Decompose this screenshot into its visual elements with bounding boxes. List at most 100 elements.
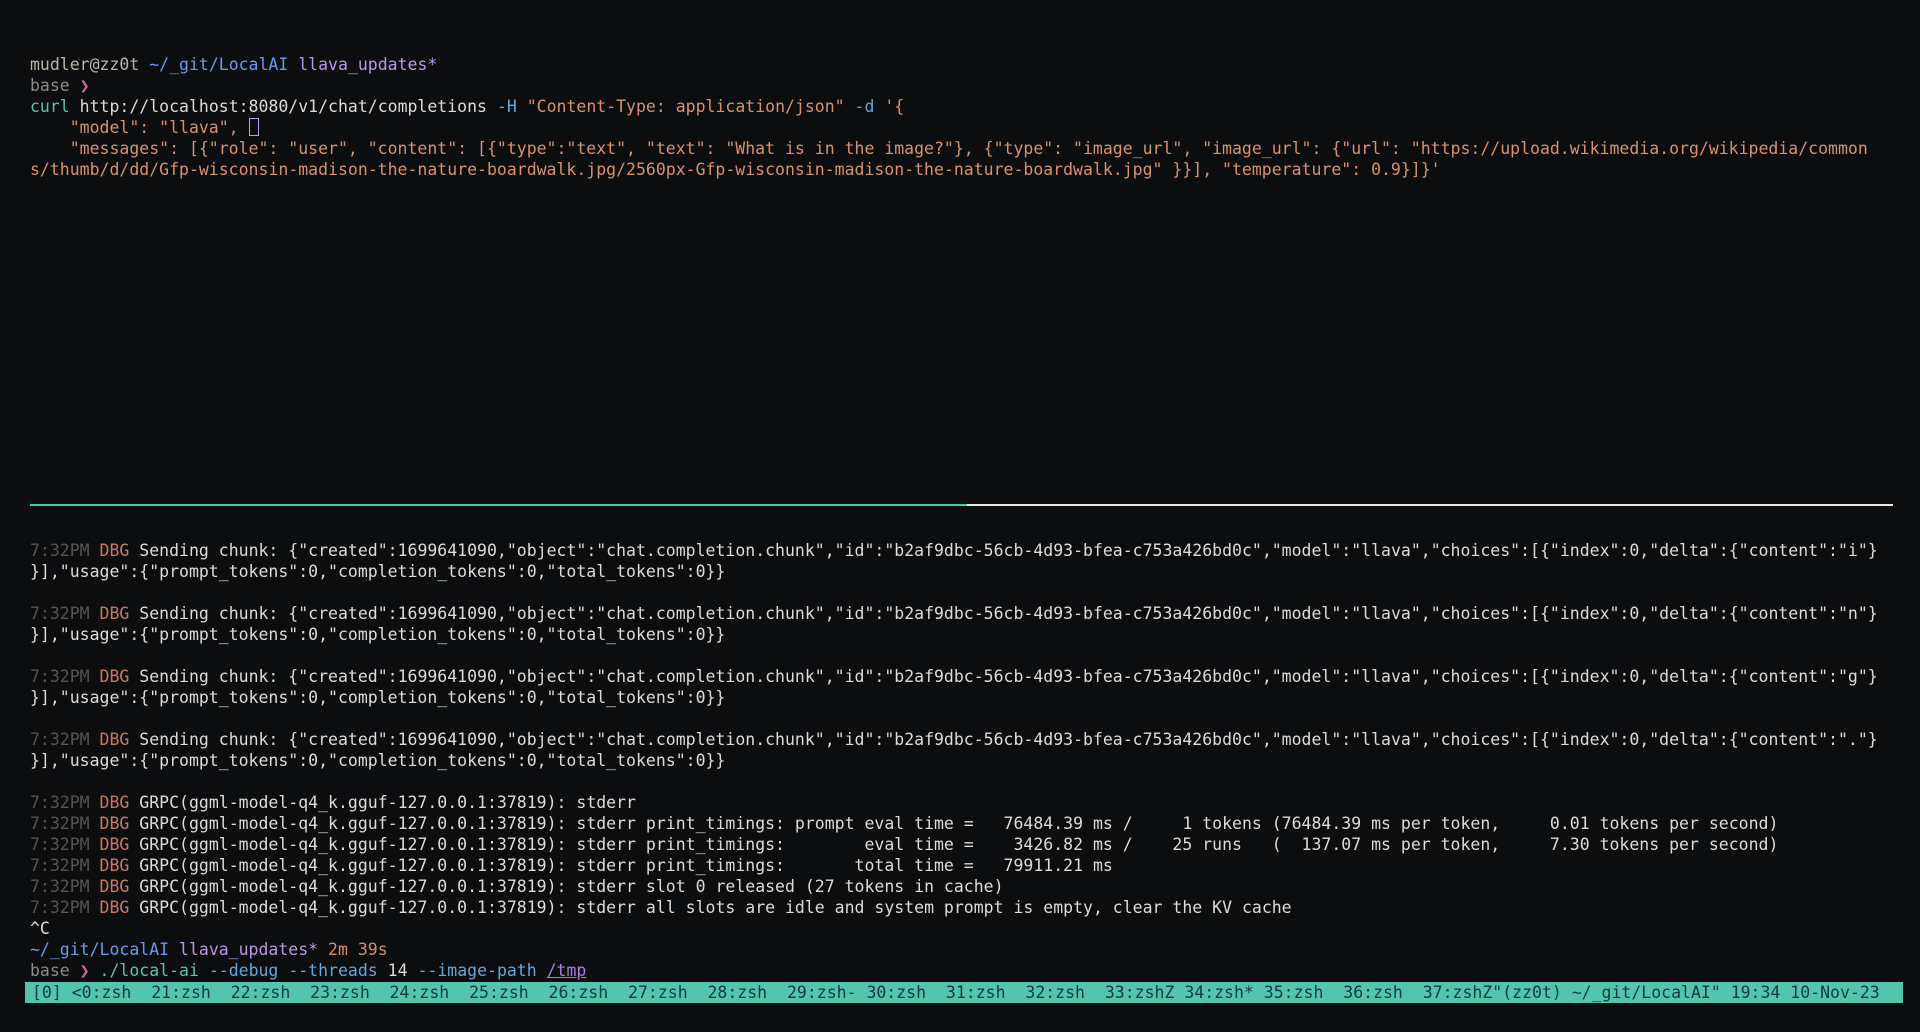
terminal-text-segment <box>90 898 100 917</box>
terminal-line: "model": "llava", <box>30 117 1868 138</box>
terminal-text-segment: DBG <box>100 793 130 812</box>
terminal-text-segment: '{ <box>884 97 904 116</box>
terminal-text-segment <box>517 97 527 116</box>
terminal-text-segment: DBG <box>100 730 130 749</box>
terminal-text-segment: ❯ <box>80 76 90 95</box>
terminal-text-segment: -d <box>855 97 875 116</box>
terminal-text-segment: DBG <box>100 898 130 917</box>
terminal-text-segment: 7:32PM <box>30 667 90 686</box>
terminal-text-segment: Sending chunk: {"created":1699641090,"ob… <box>129 730 1877 749</box>
terminal-text-segment: --image-path <box>417 961 536 980</box>
terminal-line: curl http://localhost:8080/v1/chat/compl… <box>30 96 1868 117</box>
terminal-line: 7:32PM DBG GRPC(ggml-model-q4_k.gguf-127… <box>30 813 1878 834</box>
terminal-text-segment: ~/_git/LocalAI <box>30 940 169 959</box>
terminal-screen[interactable]: mudler@zz0t ~/_git/LocalAI llava_updates… <box>0 0 1920 1032</box>
terminal-text-segment: llava_updates* <box>298 55 437 74</box>
terminal-text-segment <box>318 940 328 959</box>
shell-pane-top[interactable]: mudler@zz0t ~/_git/LocalAI llava_updates… <box>30 54 1868 180</box>
terminal-text-segment <box>288 55 298 74</box>
terminal-text-segment: Sending chunk: {"created":1699641090,"ob… <box>129 604 1877 623</box>
tmux-pane-divider[interactable] <box>30 504 1893 506</box>
terminal-text-segment: mudler@zz0t <box>30 55 149 74</box>
terminal-line: 7:32PM DBG Sending chunk: {"created":169… <box>30 540 1878 561</box>
terminal-text-segment <box>90 877 100 896</box>
terminal-line: ~/_git/LocalAI llava_updates* 2m 39s <box>30 939 1878 960</box>
terminal-line: }],"usage":{"prompt_tokens":0,"completio… <box>30 750 1878 771</box>
terminal-line <box>30 645 1878 666</box>
terminal-line: mudler@zz0t ~/_git/LocalAI llava_updates… <box>30 54 1868 75</box>
terminal-text-segment: base <box>30 76 80 95</box>
terminal-text-segment <box>90 667 100 686</box>
terminal-text-segment: GRPC(ggml-model-q4_k.gguf-127.0.0.1:3781… <box>129 835 1778 854</box>
terminal-text-segment: http://localhost:8080/v1/chat/completion… <box>70 97 497 116</box>
terminal-text-segment: GRPC(ggml-model-q4_k.gguf-127.0.0.1:3781… <box>129 814 1778 833</box>
terminal-text-segment: 7:32PM <box>30 814 90 833</box>
terminal-text-segment <box>90 814 100 833</box>
terminal-text-segment: 7:32PM <box>30 898 90 917</box>
terminal-text-segment: GRPC(ggml-model-q4_k.gguf-127.0.0.1:3781… <box>129 793 636 812</box>
terminal-text-segment: Sending chunk: {"created":1699641090,"ob… <box>129 667 1877 686</box>
terminal-line: "messages": [{"role": "user", "content":… <box>30 138 1868 159</box>
terminal-text-segment <box>874 97 884 116</box>
terminal-text-segment <box>90 856 100 875</box>
terminal-line: 7:32PM DBG GRPC(ggml-model-q4_k.gguf-127… <box>30 897 1878 918</box>
terminal-text-segment <box>278 961 288 980</box>
terminal-text-segment: }],"usage":{"prompt_tokens":0,"completio… <box>30 688 725 707</box>
terminal-text-segment: s/thumb/d/dd/Gfp-wisconsin-madison-the-n… <box>30 160 1441 179</box>
terminal-text-segment: ./local-ai <box>100 961 199 980</box>
terminal-text-segment: GRPC(ggml-model-q4_k.gguf-127.0.0.1:3781… <box>129 877 1003 896</box>
text-cursor <box>249 118 259 136</box>
terminal-text-segment: 14 <box>378 961 418 980</box>
terminal-text-segment: 7:32PM <box>30 730 90 749</box>
terminal-line: 7:32PM DBG GRPC(ggml-model-q4_k.gguf-127… <box>30 792 1878 813</box>
terminal-line: ^C <box>30 918 1878 939</box>
terminal-text-segment: --threads <box>288 961 377 980</box>
terminal-text-segment <box>845 97 855 116</box>
terminal-line: 7:32PM DBG Sending chunk: {"created":169… <box>30 666 1878 687</box>
terminal-text-segment <box>90 604 100 623</box>
terminal-text-segment: GRPC(ggml-model-q4_k.gguf-127.0.0.1:3781… <box>129 856 1112 875</box>
terminal-text-segment: DBG <box>100 541 130 560</box>
tmux-status-bar[interactable]: [0] <0:zsh 21:zsh 22:zsh 23:zsh 24:zsh 2… <box>25 982 1903 1003</box>
tmux-status-right: "(zz0t) ~/_git/LocalAI" 19:34 10-Nov-23 <box>1492 982 1879 1003</box>
terminal-text-segment: DBG <box>100 856 130 875</box>
terminal-line: 7:32PM DBG Sending chunk: {"created":169… <box>30 729 1878 750</box>
terminal-text-segment: curl <box>30 97 70 116</box>
terminal-text-segment <box>90 541 100 560</box>
terminal-line: 7:32PM DBG Sending chunk: {"created":169… <box>30 603 1878 624</box>
pane-divider-inactive-segment <box>967 504 1893 506</box>
terminal-text-segment <box>90 730 100 749</box>
terminal-line <box>30 771 1878 792</box>
terminal-text-segment: "messages": [{"role": "user", "content":… <box>30 139 1868 158</box>
terminal-text-segment: 2m 39s <box>328 940 388 959</box>
tmux-window-list[interactable]: [0] <0:zsh 21:zsh 22:zsh 23:zsh 24:zsh 2… <box>32 982 1492 1003</box>
terminal-text-segment: DBG <box>100 814 130 833</box>
terminal-text-segment: -H <box>497 97 517 116</box>
terminal-line: 7:32PM DBG GRPC(ggml-model-q4_k.gguf-127… <box>30 876 1878 897</box>
terminal-text-segment: /tmp <box>547 961 587 980</box>
terminal-text-segment <box>169 940 179 959</box>
terminal-line: s/thumb/d/dd/Gfp-wisconsin-madison-the-n… <box>30 159 1868 180</box>
pane-divider-active-segment <box>30 504 967 506</box>
terminal-text-segment: DBG <box>100 835 130 854</box>
terminal-text-segment: Sending chunk: {"created":1699641090,"ob… <box>129 541 1877 560</box>
terminal-text-segment: }],"usage":{"prompt_tokens":0,"completio… <box>30 562 725 581</box>
terminal-text-segment: "model": "llava", <box>30 118 249 137</box>
terminal-line: 7:32PM DBG GRPC(ggml-model-q4_k.gguf-127… <box>30 855 1878 876</box>
terminal-text-segment <box>90 961 100 980</box>
terminal-text-segment: "Content-Type: application/json" <box>527 97 845 116</box>
terminal-text-segment <box>90 835 100 854</box>
terminal-text-segment: 7:32PM <box>30 604 90 623</box>
log-pane-bottom[interactable]: 7:32PM DBG Sending chunk: {"created":169… <box>30 540 1878 981</box>
terminal-text-segment <box>90 793 100 812</box>
terminal-line: 7:32PM DBG GRPC(ggml-model-q4_k.gguf-127… <box>30 834 1878 855</box>
terminal-line: }],"usage":{"prompt_tokens":0,"completio… <box>30 687 1878 708</box>
terminal-text-segment: 7:32PM <box>30 793 90 812</box>
terminal-text-segment: llava_updates* <box>179 940 318 959</box>
terminal-line <box>30 582 1878 603</box>
terminal-text-segment: DBG <box>100 877 130 896</box>
terminal-text-segment: ~/_git/LocalAI <box>149 55 288 74</box>
terminal-line: base ❯ ./local-ai --debug --threads 14 -… <box>30 960 1878 981</box>
terminal-text-segment: --debug <box>209 961 279 980</box>
terminal-text-segment: DBG <box>100 667 130 686</box>
